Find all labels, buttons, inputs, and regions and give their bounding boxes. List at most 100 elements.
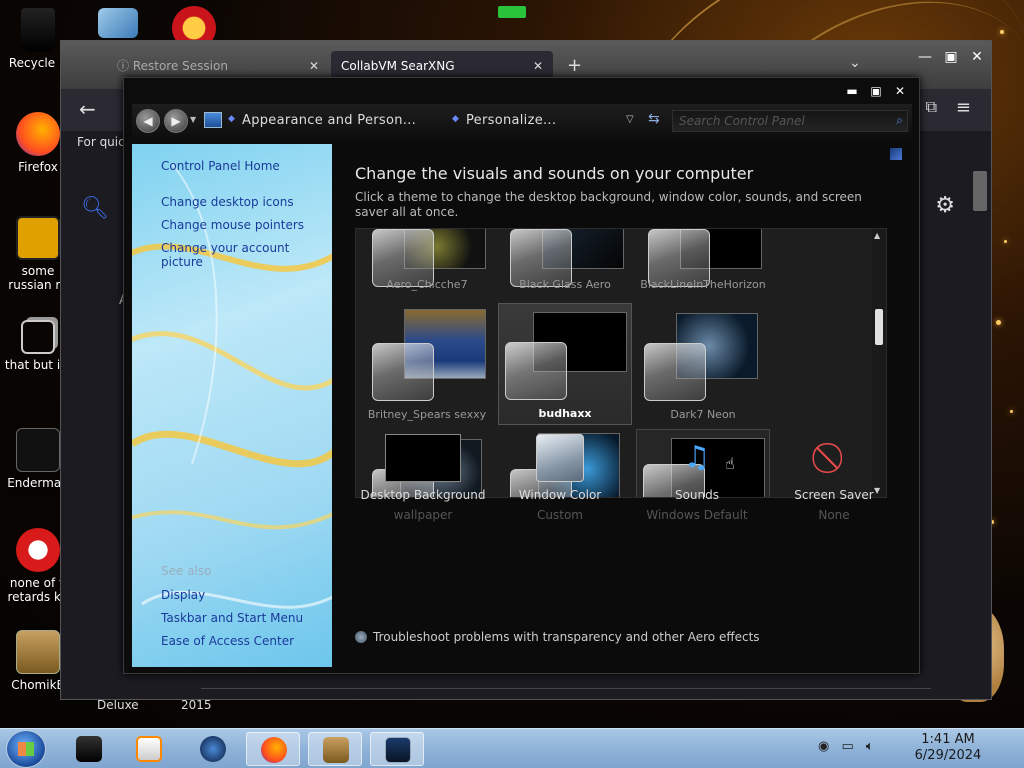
desktop-label-deluxe: Deluxe	[97, 698, 139, 712]
theme-name: Black Glass Aero	[519, 278, 611, 291]
taskbar-item-personalization[interactable]	[370, 732, 424, 766]
glass-swatch	[505, 342, 567, 400]
sounds-music-icon: ♫	[683, 440, 711, 475]
theme-name: BlackLineInTheHorizon	[640, 278, 766, 291]
address-bar: ◀ ▶ ▼ ◆ Appearance and Person... ◆ Perso…	[132, 104, 912, 138]
taskbar-item-media-player[interactable]	[122, 732, 176, 766]
link-control-panel-home[interactable]: Control Panel Home	[161, 159, 280, 173]
network-icon[interactable]: ◉	[818, 739, 829, 754]
firefox-icon	[16, 112, 60, 156]
back-button[interactable]: ◀	[136, 109, 160, 133]
mail-icon	[98, 8, 138, 38]
theme-budhaxx-selected[interactable]: budhaxx	[498, 303, 632, 425]
link-change-mouse-pointers[interactable]: Change mouse pointers	[161, 218, 304, 232]
taskbar: ◉ ▭ 🔈︎ 1:41 AM 6/29/2024	[0, 728, 1024, 768]
taskbar-item-app1[interactable]	[62, 732, 116, 766]
maximize-icon[interactable]: ▣	[939, 49, 963, 65]
volume-icon[interactable]: 🔈︎	[866, 739, 874, 754]
breadcrumb-separator-icon[interactable]: ◆	[452, 114, 459, 124]
dark-cube-icon	[76, 736, 102, 762]
option-window-color[interactable]: Window Color Custom	[492, 434, 628, 522]
option-screen-saver[interactable]: ⃠ Screen Saver None	[766, 434, 902, 522]
theme-black-glass-aero[interactable]: Black Glass Aero	[498, 229, 632, 295]
glass-swatch	[644, 343, 706, 401]
clock[interactable]: 1:41 AM 6/29/2024	[888, 732, 1008, 764]
close-icon[interactable]: ✕	[965, 49, 989, 65]
recycle-bin-icon	[21, 8, 55, 52]
taskbar-item-globe[interactable]	[186, 732, 240, 766]
browser-scrollbar-thumb[interactable]	[973, 171, 987, 211]
search-input[interactable]: Search Control Panel ⌕	[672, 110, 908, 132]
tab-label: Restore Session	[132, 59, 228, 73]
link-ease-of-access[interactable]: Ease of Access Center	[161, 634, 294, 648]
start-button[interactable]	[6, 730, 46, 768]
window-controls: ▬ ▣ ✕	[843, 84, 909, 98]
search-icon[interactable]: 🔍︎	[81, 196, 109, 221]
theme-blacklineinthehorizon[interactable]: BlackLineInTheHorizon	[636, 229, 770, 295]
option-sounds[interactable]: ♫ Sounds Windows Default	[629, 434, 765, 522]
red-dragon-icon	[16, 528, 60, 572]
theme-name: budhaxx	[538, 407, 592, 420]
back-arrow-icon[interactable]: ←	[79, 97, 96, 121]
theme-aero-chicche7[interactable]: Aero_Chicche7	[360, 229, 494, 295]
taskbar-item-firefox[interactable]	[246, 732, 300, 766]
option-desktop-background[interactable]: Desktop Background wallpaper	[355, 434, 491, 522]
option-value: None	[818, 508, 850, 522]
media-player-icon	[136, 736, 162, 762]
windows-logo-icon	[18, 742, 34, 756]
theme-name: Britney_Spears sexxy	[367, 408, 487, 421]
personalization-window[interactable]: ▬ ▣ ✕ ◀ ▶ ▼ ◆ Appearance and Person... ◆…	[123, 77, 920, 674]
clock-time: 1:41 AM	[921, 732, 975, 747]
task-pane: Control Panel Home Change desktop icons …	[132, 144, 332, 667]
hamster-box-icon	[323, 737, 349, 763]
control-panel-icon	[204, 112, 222, 128]
option-label: Screen Saver	[794, 488, 874, 502]
link-taskbar-start-menu[interactable]: Taskbar and Start Menu	[161, 611, 303, 625]
address-dropdown-icon[interactable]: ▽	[626, 114, 634, 125]
scrollbar-thumb[interactable]	[875, 309, 883, 345]
taskbar-item-chomikbox[interactable]	[308, 732, 362, 766]
minimize-icon[interactable]: ▬	[843, 84, 861, 98]
maximize-icon[interactable]: ▣	[867, 84, 885, 98]
forward-button[interactable]: ▶	[164, 109, 188, 133]
search-placeholder: Search Control Panel	[679, 114, 805, 128]
troubleshoot-link[interactable]: Troubleshoot problems with transparency …	[355, 630, 760, 644]
extensions-icon[interactable]: ⧉	[926, 97, 937, 117]
top-device-indicator	[498, 6, 526, 18]
search-icon[interactable]: ⌕	[896, 113, 903, 128]
troubleshoot-label: Troubleshoot problems with transparency …	[373, 630, 760, 644]
breadcrumb-appearance[interactable]: Appearance and Person...	[242, 113, 416, 128]
hamburger-menu-icon[interactable]: ≡	[956, 97, 971, 118]
link-change-account-picture[interactable]: Change your account picture	[161, 241, 332, 269]
breadcrumb-personalize[interactable]: Personalize...	[466, 113, 556, 128]
gear-icon[interactable]: ⚙	[935, 193, 955, 218]
scroll-up-icon[interactable]: ▲	[874, 231, 880, 240]
minimize-icon[interactable]: —	[913, 49, 937, 65]
page-title: Change the visuals and sounds on your co…	[355, 164, 754, 183]
clock-date: 6/29/2024	[914, 748, 982, 763]
hamster-box-icon	[16, 630, 60, 674]
theme-dark7-neon[interactable]: Dark7 Neon	[636, 303, 770, 425]
recent-pages-chevron-icon[interactable]: ▼	[190, 115, 196, 124]
system-tray: ◉ ▭ 🔈︎	[818, 739, 874, 754]
option-label: Window Color	[518, 488, 602, 502]
link-display[interactable]: Display	[161, 588, 205, 602]
theme-name: Aero_Chicche7	[386, 278, 468, 291]
link-change-desktop-icons[interactable]: Change desktop icons	[161, 195, 294, 209]
monitor-icon	[385, 737, 411, 763]
new-tab-icon[interactable]: +	[567, 55, 582, 76]
firefox-icon	[261, 737, 287, 763]
desktop-icon-mail[interactable]	[80, 8, 156, 42]
theme-britney-spears[interactable]: Britney_Spears sexxy	[360, 303, 494, 425]
document-icon	[16, 428, 60, 472]
display-icon[interactable]: ▭	[841, 739, 853, 754]
close-icon[interactable]: ✕	[891, 84, 909, 98]
theme-name: Dark7 Neon	[670, 408, 736, 421]
desktop-icon-label: Firefox	[18, 160, 58, 174]
option-value: wallpaper	[393, 508, 453, 522]
refresh-icon[interactable]: ⇆	[648, 111, 660, 127]
app-shortcut-icon	[16, 216, 60, 260]
chevron-down-icon[interactable]: ⌄	[849, 55, 861, 71]
main-content: Change the visuals and sounds on your co…	[332, 144, 912, 667]
breadcrumb-separator-icon[interactable]: ◆	[228, 114, 235, 124]
